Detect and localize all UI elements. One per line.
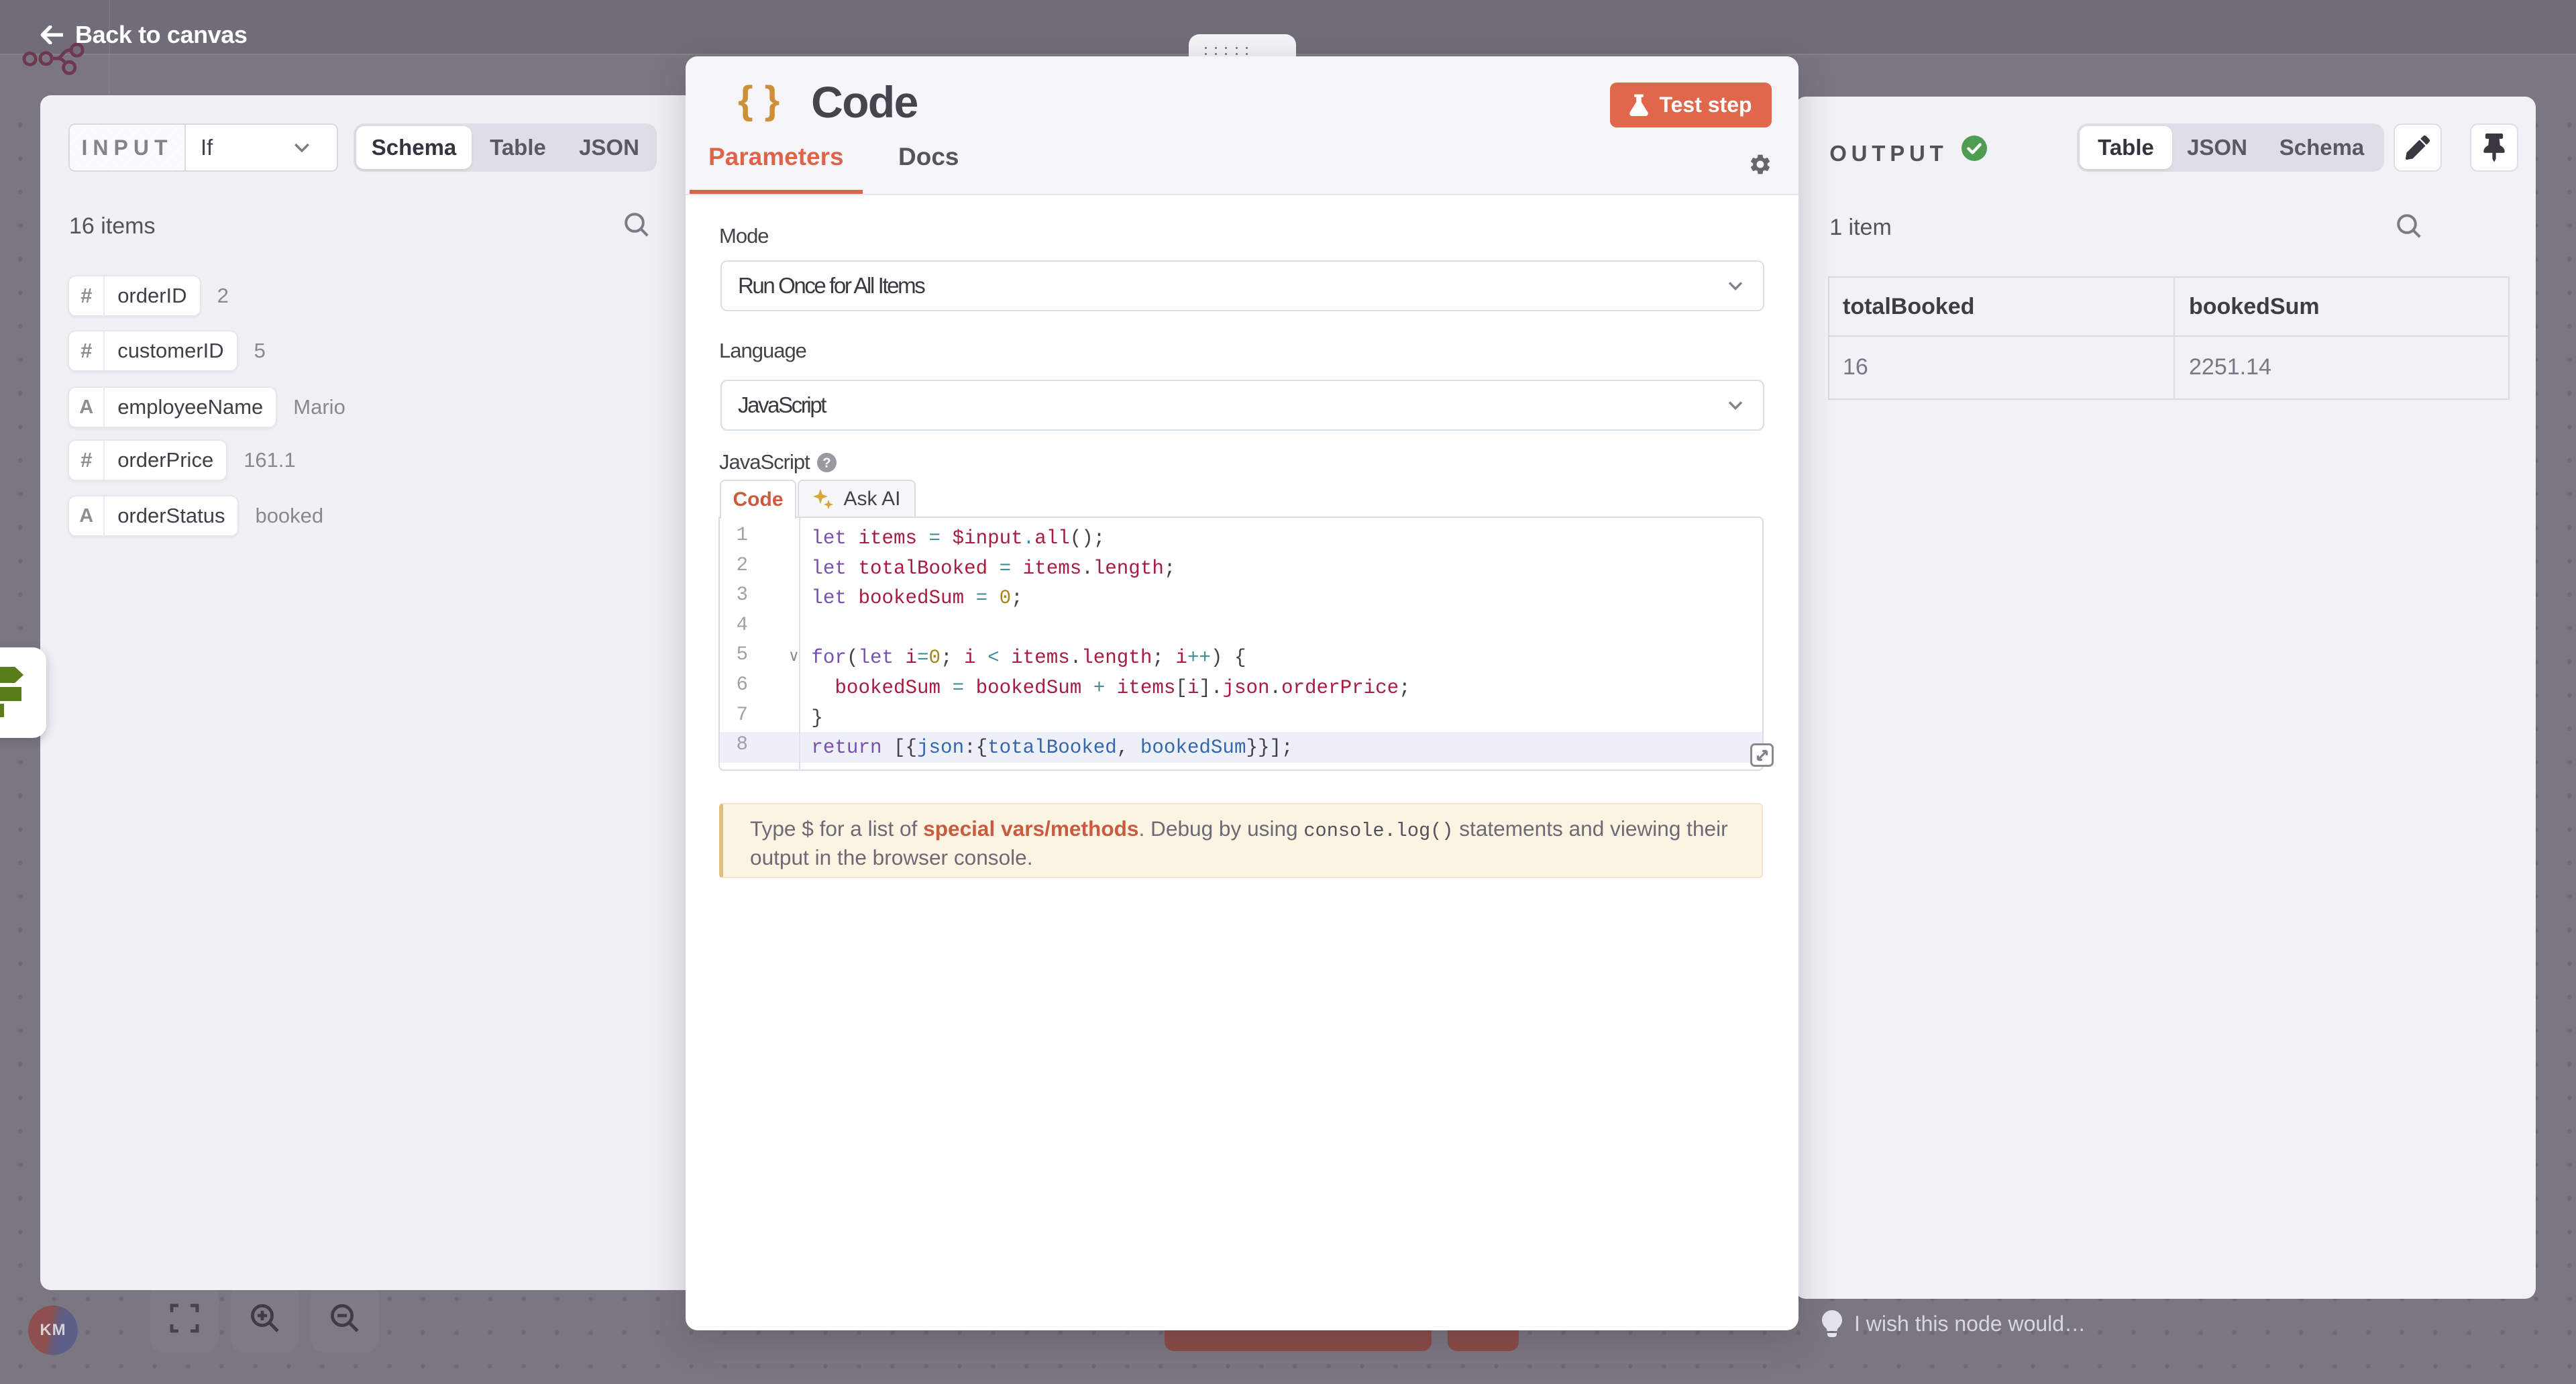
svg-text:?: ? xyxy=(822,456,830,470)
